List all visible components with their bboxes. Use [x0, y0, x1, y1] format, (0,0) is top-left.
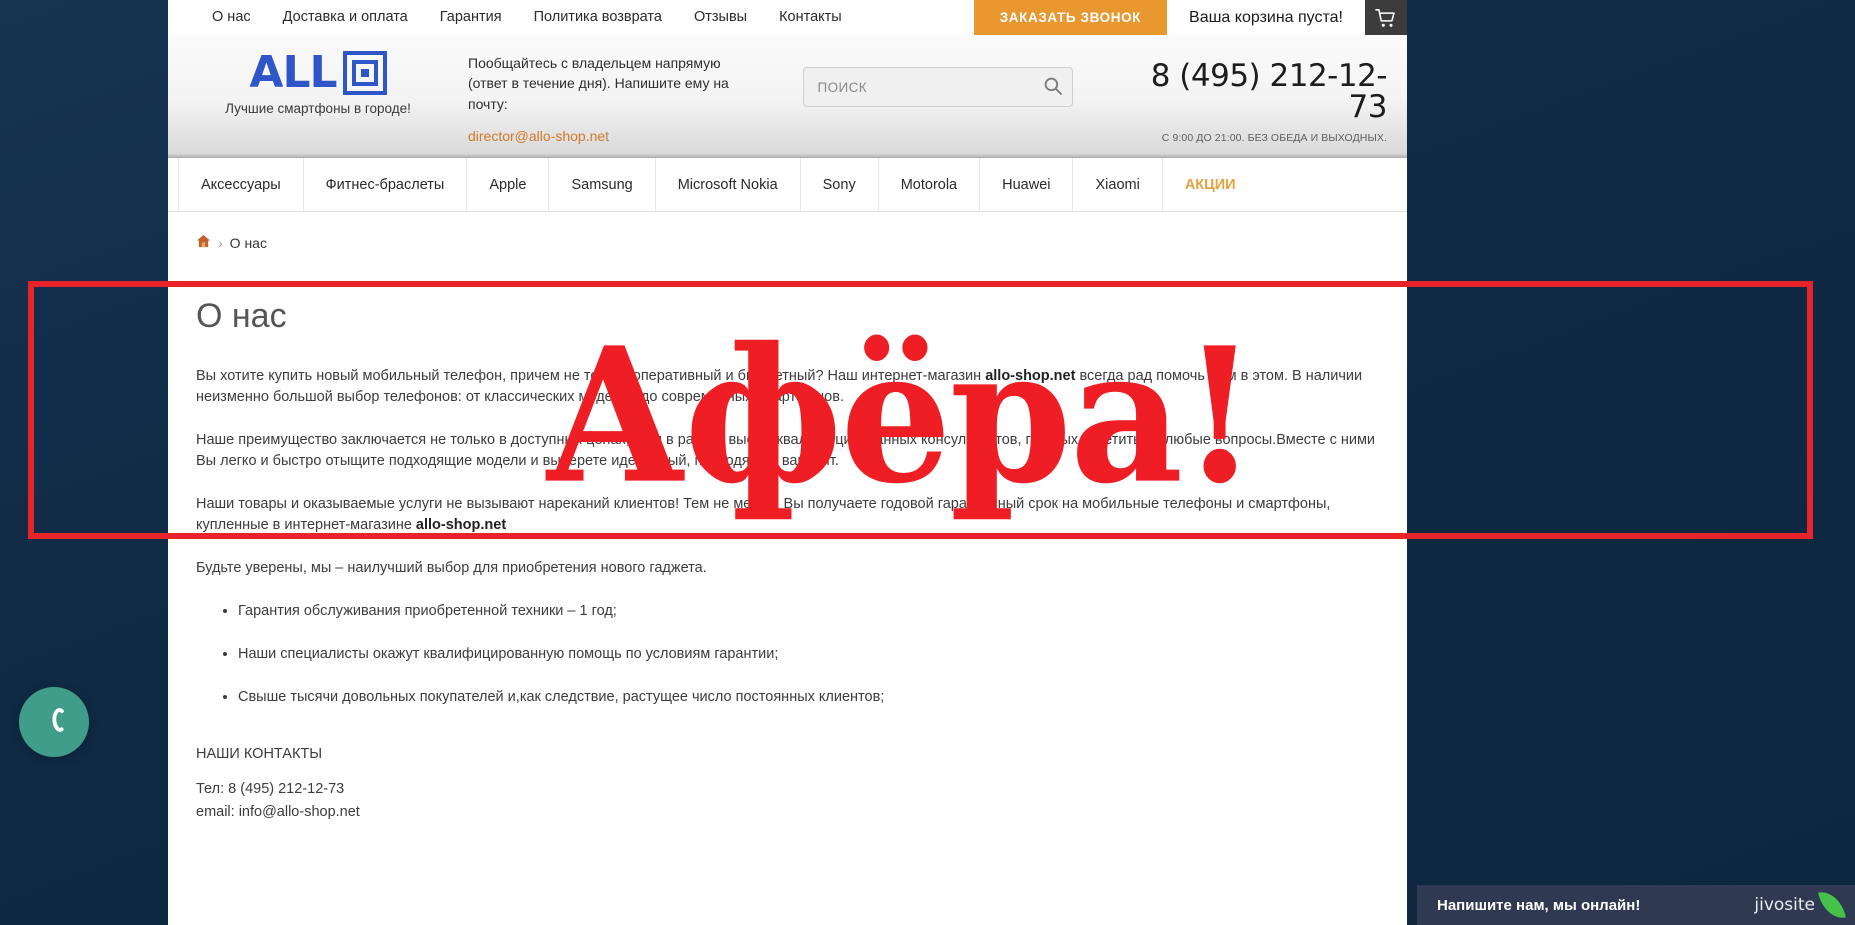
- header-phone-number[interactable]: 8 (495) 212-12-73: [1117, 61, 1388, 123]
- order-callback-button[interactable]: ЗАКАЗАТЬ ЗВОНОК: [973, 0, 1168, 35]
- contacts-phone: Тел: 8 (495) 212-12-73: [196, 781, 345, 798]
- search-wrap: [802, 67, 1073, 107]
- header-working-hours: С 9:00 ДО 21:00. БЕЗ ОБЕДА И ВЫХОДНЫХ.: [1161, 132, 1387, 144]
- concentric-square-inner: [351, 60, 378, 86]
- catnav-item-xiaomi[interactable]: Xiaomi: [1073, 158, 1163, 211]
- catnav-item-promotions[interactable]: АКЦИИ: [1163, 158, 1258, 211]
- home-icon[interactable]: [196, 234, 211, 251]
- contacts-email: email: info@allo-shop.net: [196, 803, 360, 820]
- owner-contact-block: Пообщайтесь с владельцем напрямую (ответ…: [468, 35, 758, 144]
- article-body: О нас Вы хотите купить новый мобильный т…: [168, 269, 1407, 823]
- floating-call-button[interactable]: [19, 687, 89, 757]
- shopping-cart-icon: [1375, 8, 1397, 28]
- catnav-item-fitness-bands[interactable]: Фитнес-браслеты: [304, 158, 468, 211]
- cart-status-label: Ваша корзина пуста!: [1189, 8, 1343, 26]
- topnav-item-contacts[interactable]: Контакты: [763, 0, 858, 35]
- search-input[interactable]: [802, 67, 1073, 107]
- topnav-item-about[interactable]: О нас: [196, 0, 267, 35]
- breadcrumb-current[interactable]: О нас: [230, 235, 267, 251]
- catnav-item-apple[interactable]: Apple: [467, 158, 550, 211]
- top-navigation: О нас Доставка и оплата Гарантия Политик…: [168, 0, 858, 35]
- chat-invitation-text: Напишите нам, мы онлайн!: [1437, 896, 1641, 914]
- benefits-list: Гарантия обслуживания приобретенной техн…: [196, 601, 1379, 708]
- chat-brand: jivosite: [1754, 888, 1855, 922]
- paragraph-2-pre: Наше преимущество заключается не только …: [196, 432, 1376, 470]
- article-paragraph-2: Наше преимущество заключается не только …: [196, 430, 1379, 472]
- logo-block[interactable]: ALL Лучшие смартфоны в городе!: [168, 35, 468, 117]
- paragraph-3-brand: allo-shop.net: [415, 517, 507, 534]
- article-paragraph-1: Вы хотите купить новый мобильный телефон…: [196, 366, 1379, 408]
- category-navigation: Аксессуары Фитнес-браслеты Apple Samsung…: [168, 158, 1407, 212]
- search-icon: [1043, 77, 1063, 99]
- paragraph-1-brand: allo-shop.net: [985, 368, 1076, 384]
- site-header: ALL Лучшие смартфоны в городе! Пообщайте…: [168, 35, 1407, 158]
- catnav-item-motorola[interactable]: Motorola: [879, 158, 981, 211]
- catnav-item-samsung[interactable]: Samsung: [549, 158, 656, 211]
- catnav-item-huawei[interactable]: Huawei: [980, 158, 1074, 211]
- breadcrumb: › О нас: [168, 212, 1407, 269]
- contacts-heading: НАШИ КОНТАКТЫ: [196, 746, 323, 763]
- logo-wordmark: ALL: [249, 47, 337, 98]
- paragraph-1-pre: Вы хотите купить новый мобильный телефон…: [196, 368, 986, 384]
- search-block: [758, 35, 1117, 107]
- website-viewport: О нас Доставка и оплата Гарантия Политик…: [168, 0, 1407, 925]
- article-paragraph-3: Наши товары и оказываемые услуги не вызы…: [196, 494, 1379, 536]
- paragraph-3-pre: Наши товары и оказываемые услуги не вызы…: [196, 496, 1331, 534]
- jivosite-chat-bar[interactable]: Напишите нам, мы онлайн! jivosite: [1417, 885, 1855, 925]
- topnav-item-return-policy[interactable]: Политика возврата: [518, 0, 678, 35]
- logo-tagline: Лучшие смартфоны в городе!: [225, 101, 411, 116]
- concentric-square-core: [360, 69, 369, 77]
- owner-contact-text: Пообщайтесь с владельцем напрямую (ответ…: [468, 55, 729, 112]
- catnav-item-microsoft-nokia[interactable]: Microsoft Nokia: [656, 158, 801, 211]
- article-lead: Будьте уверены, мы – наилучший выбор для…: [196, 560, 707, 577]
- catnav-item-sony[interactable]: Sony: [801, 158, 879, 211]
- catnav-item-accessories[interactable]: Аксессуары: [178, 158, 304, 211]
- list-item: Гарантия обслуживания приобретенной техн…: [238, 601, 1379, 622]
- list-item: Свыше тысячи довольных покупателей и,как…: [238, 687, 1379, 708]
- topnav-item-warranty[interactable]: Гарантия: [424, 0, 518, 35]
- search-submit-button[interactable]: [1043, 76, 1063, 99]
- topnav-item-reviews[interactable]: Отзывы: [678, 0, 763, 35]
- leaf-icon: [1818, 888, 1846, 922]
- header-phone-block: 8 (495) 212-12-73 С 9:00 ДО 21:00. БЕЗ О…: [1117, 35, 1407, 145]
- owner-email-link[interactable]: director@allo-shop.net: [468, 128, 758, 144]
- list-item: Наши специалисты окажут квалифицированну…: [238, 644, 1379, 665]
- top-utility-bar: О нас Доставка и оплата Гарантия Политик…: [168, 0, 1407, 35]
- breadcrumb-separator: ›: [218, 234, 223, 251]
- concentric-square-icon: [342, 51, 387, 95]
- cart-button[interactable]: [1365, 0, 1407, 35]
- page-title: О нас: [196, 297, 287, 335]
- topnav-item-delivery[interactable]: Доставка и оплата: [267, 0, 424, 35]
- phone-handset-icon: [39, 705, 69, 740]
- logo-row: ALL: [168, 51, 468, 95]
- chat-brand-name: jivosite: [1754, 895, 1815, 915]
